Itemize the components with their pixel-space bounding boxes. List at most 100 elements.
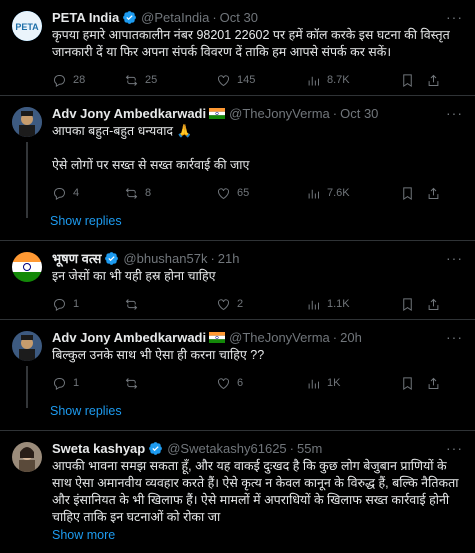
avatar[interactable]: PETA	[12, 11, 42, 41]
show-more-link[interactable]: Show more	[52, 528, 115, 542]
post-jony-1[interactable]: ··· Adv Jony Ambedkarwadi @TheJonyVerma …	[0, 96, 475, 241]
repost-icon	[125, 187, 138, 199]
post-text: आपका बहुत-बहुत धन्यवाद 🙏 ऐसे लोगों पर सख…	[52, 124, 250, 172]
author-name[interactable]: Adv Jony Ambedkarwadi	[52, 330, 206, 345]
post-jony-2[interactable]: ··· Adv Jony Ambedkarwadi @TheJonyVerma …	[0, 320, 475, 431]
show-replies-link[interactable]: Show replies	[0, 208, 475, 241]
post-time[interactable]: 20h	[340, 330, 362, 345]
reply-feed: ··· PETA PETA India @PetaIndia · Oct 30 …	[0, 0, 475, 553]
author-name[interactable]: PETA India	[52, 10, 119, 25]
reply-button[interactable]: 1	[52, 297, 124, 312]
post-time[interactable]: Oct 30	[220, 10, 258, 25]
like-button[interactable]: 2	[216, 297, 306, 312]
like-button[interactable]: 145	[216, 73, 306, 88]
share-button[interactable]	[426, 376, 441, 391]
bookmark-icon	[403, 297, 412, 311]
post-time[interactable]: 21h	[218, 251, 240, 266]
avatar[interactable]	[12, 331, 42, 361]
bookmark-icon	[403, 73, 412, 87]
author-name[interactable]: भूषण वत्स	[52, 249, 101, 267]
post-text: आपकी भावना समझ सकता हूँ, और यह वाकई दुःख…	[52, 459, 459, 524]
share-icon	[428, 298, 439, 310]
more-options-icon[interactable]: ···	[446, 9, 463, 25]
like-button[interactable]: 65	[216, 186, 306, 201]
post-text: बिल्कुल उनके साथ भी ऐसा ही करना चाहिए ??	[52, 348, 265, 362]
bookmark-button[interactable]	[400, 186, 426, 201]
post-time[interactable]: 55m	[297, 441, 322, 456]
post-peta-india[interactable]: ··· PETA PETA India @PetaIndia · Oct 30 …	[0, 0, 475, 96]
post-sweta[interactable]: ··· Sweta kashyap @Swetakashy61625 · 55m…	[0, 431, 475, 553]
more-options-icon[interactable]: ···	[446, 105, 463, 121]
avatar[interactable]	[12, 442, 42, 472]
views-button[interactable]: 7.6K	[306, 186, 400, 201]
bookmark-button[interactable]	[400, 297, 426, 312]
bookmark-button[interactable]	[400, 73, 426, 88]
post-bhushan[interactable]: ··· भूषण वत्स @bhushan57k · 21h इन जेसों…	[0, 241, 475, 320]
avatar[interactable]	[12, 107, 42, 137]
views-button[interactable]: 8.7K	[306, 73, 400, 88]
author-handle[interactable]: @PetaIndia	[141, 10, 209, 25]
verified-badge-icon	[123, 10, 137, 24]
repost-icon	[125, 298, 138, 310]
views-icon	[308, 379, 319, 388]
bookmark-button[interactable]	[400, 376, 426, 391]
thread-line	[26, 366, 28, 408]
repost-button[interactable]	[124, 376, 216, 391]
action-bar: 4 8 65 7.6K	[52, 178, 463, 208]
more-options-icon[interactable]: ···	[446, 329, 463, 345]
reply-button[interactable]: 4	[52, 186, 124, 201]
reply-icon	[54, 187, 65, 200]
more-options-icon[interactable]: ···	[446, 440, 463, 456]
reply-button[interactable]: 28	[52, 73, 124, 88]
views-icon	[308, 189, 319, 198]
views-icon	[308, 76, 319, 85]
reply-button[interactable]: 1	[52, 376, 124, 391]
repost-icon	[125, 74, 138, 86]
views-icon	[308, 300, 319, 309]
share-icon	[428, 377, 439, 389]
like-icon	[218, 74, 229, 86]
reply-icon	[54, 74, 65, 87]
verified-badge-icon	[149, 441, 163, 455]
author-handle[interactable]: @bhushan57k	[123, 251, 207, 266]
action-bar: 2 29	[52, 548, 463, 553]
reply-icon	[54, 377, 65, 390]
repost-button[interactable]: 25	[124, 73, 216, 88]
author-handle[interactable]: @TheJonyVerma	[229, 106, 330, 121]
post-text: कृपया हमारे आपातकालीन नंबर 98201 22602 प…	[52, 28, 450, 59]
thread-line	[26, 142, 28, 218]
action-bar: 1 2 1.1K	[52, 289, 463, 319]
share-icon	[428, 187, 439, 199]
action-bar: 28 25 145 8.7K	[52, 65, 463, 95]
show-replies-link[interactable]: Show replies	[0, 398, 475, 431]
like-icon	[218, 377, 229, 389]
author-name[interactable]: Sweta kashyap	[52, 441, 145, 456]
post-time[interactable]: Oct 30	[340, 106, 378, 121]
india-flag-icon	[209, 107, 226, 119]
like-button[interactable]: 6	[216, 376, 306, 391]
share-icon	[428, 74, 439, 86]
share-button[interactable]	[426, 186, 441, 201]
reply-icon	[54, 298, 65, 311]
like-icon	[218, 187, 229, 199]
svg-text:PETA: PETA	[15, 22, 39, 32]
action-bar: 1 6 1K	[52, 368, 463, 398]
repost-button[interactable]: 8	[124, 186, 216, 201]
verified-badge-icon	[105, 251, 119, 265]
author-name[interactable]: Adv Jony Ambedkarwadi	[52, 106, 206, 121]
more-options-icon[interactable]: ···	[446, 250, 463, 266]
repost-button[interactable]	[124, 297, 216, 312]
share-button[interactable]	[426, 297, 441, 312]
bookmark-icon	[403, 376, 412, 390]
like-icon	[218, 298, 229, 310]
india-flag-icon	[209, 331, 226, 343]
repost-icon	[125, 377, 138, 389]
author-handle[interactable]: @Swetakashy61625	[167, 441, 286, 456]
avatar[interactable]	[12, 252, 42, 282]
bookmark-icon	[403, 186, 412, 200]
views-button[interactable]: 1.1K	[306, 297, 400, 312]
author-handle[interactable]: @TheJonyVerma	[229, 330, 330, 345]
post-text: इन जेसों का भी यही हस्र होना चाहिए	[52, 269, 216, 283]
share-button[interactable]	[426, 73, 441, 88]
views-button[interactable]: 1K	[306, 376, 400, 391]
